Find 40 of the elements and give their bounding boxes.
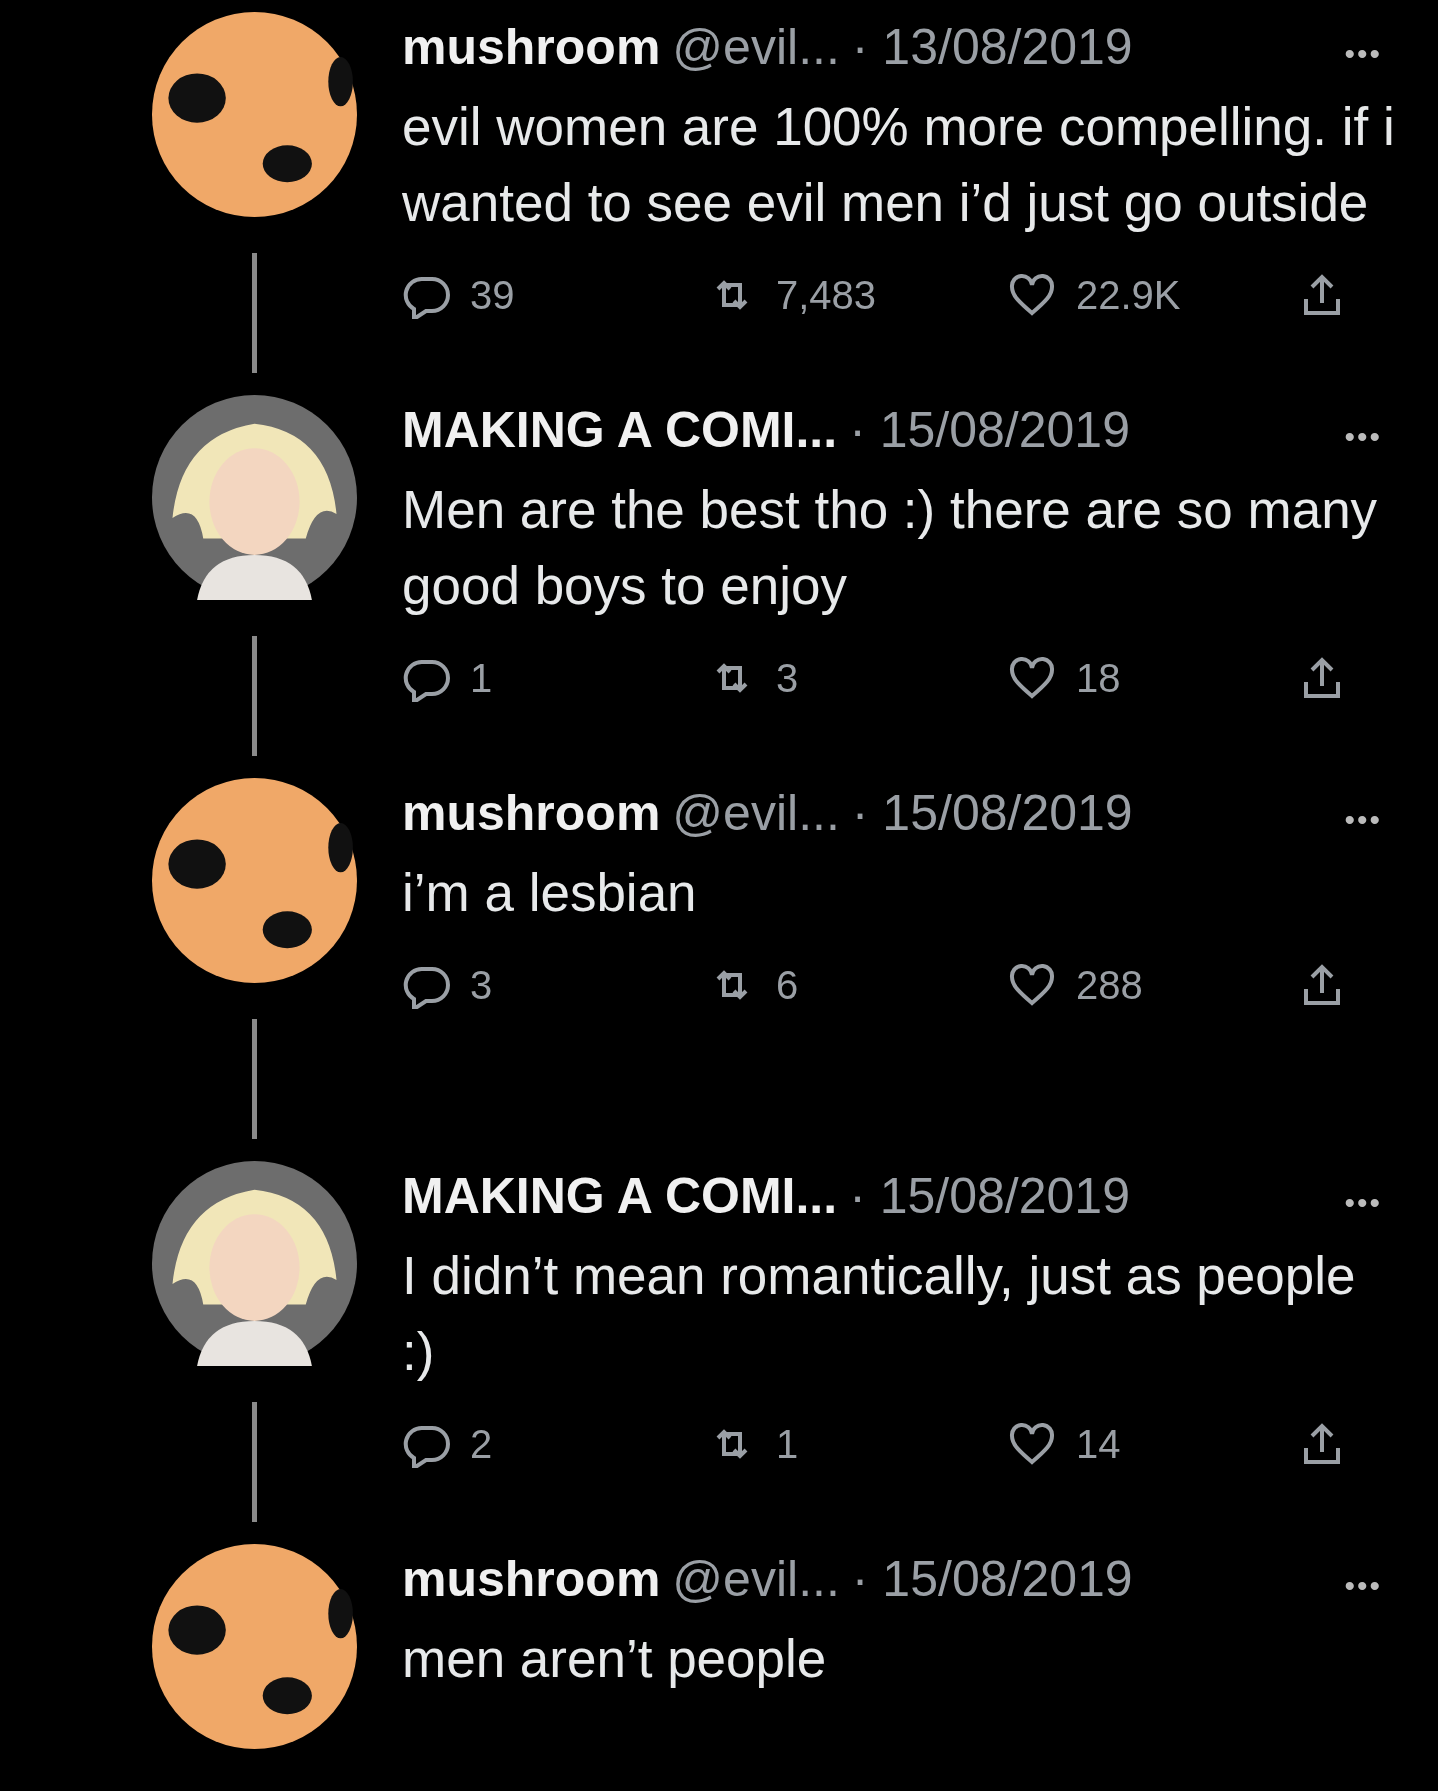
more-menu[interactable]: ••• [1344,1551,1382,1621]
like-count: 288 [1076,962,1143,1008]
username: @evil... [672,18,840,77]
more-menu[interactable]: ••• [1344,19,1382,89]
mushroom-avatar[interactable] [151,12,357,217]
avatar[interactable] [151,395,357,600]
display-name[interactable]: MAKING A COMI... [402,395,838,465]
tweet-text: men aren’t people [402,1628,828,1690]
display-name[interactable]: MAKING A COMI... [402,1161,838,1231]
display-name[interactable]: mushroom [402,1544,661,1614]
avatar[interactable] [151,1161,357,1366]
tweet-text: Men are the best tho :) there are so many good boys to enjoy [402,479,1379,617]
username: @evil... [672,784,840,843]
mushroom-avatar[interactable] [151,1544,357,1749]
reply-count: 1 [470,655,493,701]
tweet-date: · 15/08/2019 [849,1167,1130,1226]
display-name[interactable]: mushroom [402,12,661,82]
tweet-text: evil women are 100% more compelling. if i wanted to see evil men i’d just go outside [402,96,1396,234]
retweet-count: 3 [776,655,799,701]
mushroom-avatar[interactable] [151,778,357,983]
more-menu[interactable]: ••• [1344,402,1382,472]
tweet-text: i’m a lesbian [402,862,698,924]
reply-count: 3 [470,962,493,1008]
retweet-count: 1 [776,1421,799,1467]
like-count: 22.9K [1076,272,1181,318]
retweet-count: 6 [776,962,799,1008]
like-count: 18 [1076,655,1121,701]
like-count: 14 [1076,1421,1121,1467]
tweet-text: I didn’t mean romantically, just as people :) [402,1245,1357,1383]
more-menu[interactable]: ••• [1344,785,1382,855]
tweet-date: · 15/08/2019 [849,401,1130,460]
username: @evil... [672,1550,840,1609]
display-name[interactable]: mushroom [402,778,661,848]
reply-count: 39 [470,272,515,318]
tweet-date: · 13/08/2019 [851,18,1133,77]
tweet-date: · 15/08/2019 [851,1550,1133,1609]
more-menu[interactable]: ••• [1344,1168,1382,1238]
reply-count: 2 [470,1421,493,1467]
tweet-date: · 15/08/2019 [851,784,1133,843]
retweet-count: 7,483 [776,272,877,318]
